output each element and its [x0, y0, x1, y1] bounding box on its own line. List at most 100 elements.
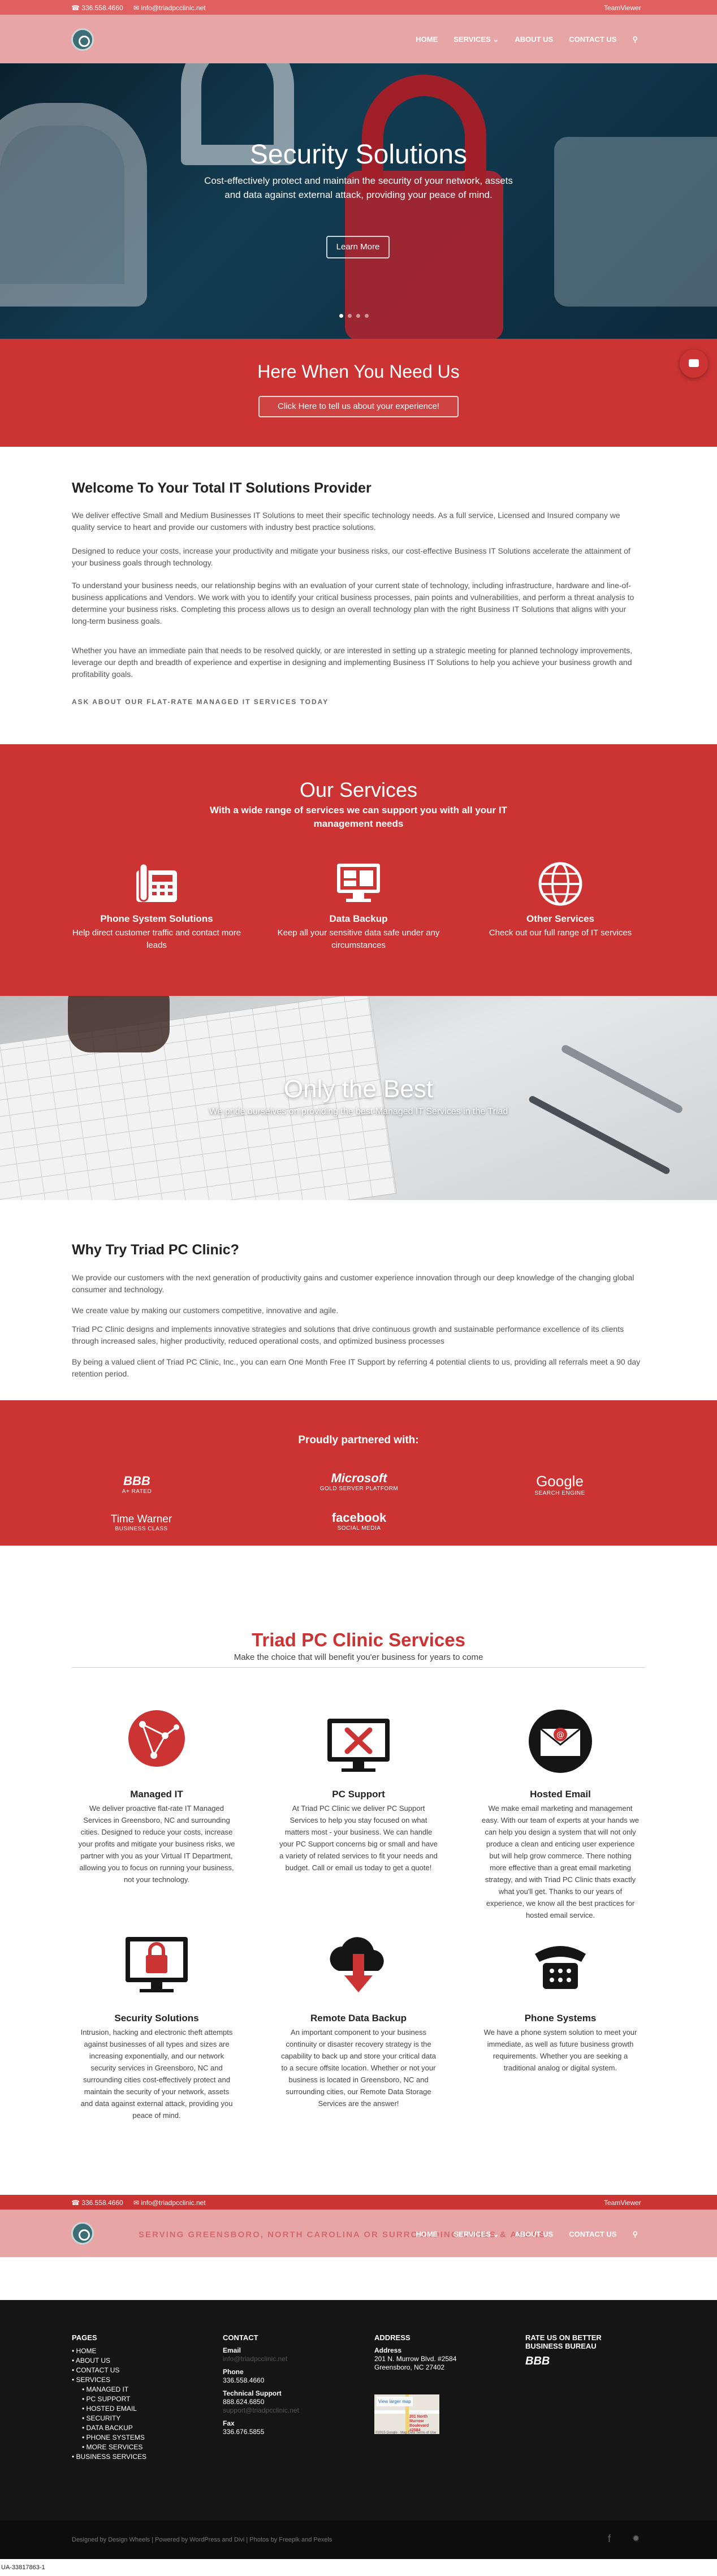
facebook-icon[interactable]: f	[608, 2533, 611, 2545]
twitter-icon[interactable]: ✹	[632, 2533, 640, 2544]
topbar-email[interactable]: ✉ info@triadpcclinic.net	[133, 4, 206, 12]
footer-link-contact[interactable]: CONTACT US	[72, 2366, 146, 2375]
footer-phone-value[interactable]: 336.558.4660	[223, 2376, 299, 2385]
nav-contact[interactable]: CONTACT US	[569, 35, 616, 44]
cloud-download-icon	[322, 1931, 395, 2005]
service-phone-systems-title: Phone Systems	[524, 2013, 597, 2023]
view-larger-map-link[interactable]: View larger map	[377, 2397, 413, 2406]
search-icon[interactable]: ⚲	[632, 2230, 638, 2239]
footer-link-about[interactable]: ABOUT US	[72, 2356, 146, 2366]
footer-link-data-backup[interactable]: DATA BACKUP	[82, 2423, 146, 2433]
service-hosted-email-desc: We make email marketing and management e…	[482, 1804, 639, 1919]
service-phone-systems[interactable]: Phone Systems We have a phone system sol…	[481, 1931, 640, 2074]
slider-dot[interactable]	[339, 314, 343, 318]
footer-nav: HOME SERVICES ⌄ ABOUT US CONTACT US ⚲	[416, 2230, 638, 2239]
nav-services[interactable]: SERVICES ⌄	[453, 35, 499, 44]
hero-slider: Security Solutions Cost-effectively prot…	[0, 63, 717, 339]
footer-tech-phone[interactable]: 888.624.6850	[223, 2398, 299, 2406]
bbb-logo[interactable]: BBB	[525, 2355, 627, 2368]
service-pc-support-desc: At Triad PC Clinic we deliver PC Support…	[279, 1804, 438, 1872]
partner-microsoft[interactable]: Microsoft GOLD SERVER PLATFORM	[303, 1471, 416, 1492]
footer-tech-label: Technical Support	[223, 2389, 282, 2397]
service-hosted-email[interactable]: @ Hosted Email We make email marketing a…	[481, 1707, 640, 1921]
service-security-desc: Intrusion, hacking and electronic theft …	[80, 2028, 233, 2120]
footer-rate: RATE US ON BETTER BUSINESS BUREAU BBB	[525, 2333, 627, 2368]
slider-dot[interactable]	[356, 314, 360, 318]
nav-about[interactable]: ABOUT US	[515, 35, 553, 44]
google-map[interactable]: View larger map 201 North Murrow Boulevar…	[374, 2394, 439, 2434]
phone-icon	[134, 861, 179, 907]
site-footer: PAGES HOME ABOUT US CONTACT US SERVICES …	[0, 2300, 717, 2521]
monitor-lock-icon	[120, 1931, 193, 2005]
slider-dot[interactable]	[348, 314, 352, 318]
slider-dot[interactable]	[365, 314, 369, 318]
footer-link-more-services[interactable]: MORE SERVICES	[82, 2443, 146, 2452]
chevron-down-icon: ⌄	[493, 35, 499, 44]
tracking-id: UA-33817863-1	[1, 2564, 45, 2571]
service-pc-support[interactable]: PC Support At Triad PC Clinic we deliver…	[279, 1707, 438, 1874]
email-icon: @	[524, 1707, 597, 1781]
footer-nav-services-label: SERVICES	[453, 2230, 491, 2238]
service-backup[interactable]: Data Backup Keep all your sensitive data…	[274, 861, 443, 952]
footer-link-services[interactable]: SERVICES	[72, 2375, 146, 2385]
hand-image	[68, 996, 170, 1052]
why-title: Why Try Triad PC Clinic?	[72, 1242, 239, 1258]
footer-bottom: Designed by Design Wheels | Powered by W…	[0, 2521, 717, 2559]
partners-title: Proudly partnered with:	[298, 1434, 419, 1446]
partner-timewarner[interactable]: Time Warner BUSINESS CLASS	[105, 1513, 178, 1532]
teamviewer-link[interactable]: TeamViewer	[604, 4, 641, 12]
why-p2: We create value by making our customers …	[72, 1306, 339, 1315]
footer-link-managed-it[interactable]: MANAGED IT	[82, 2385, 146, 2394]
footer-contact: CONTACT Email info@triadpcclinic.net Pho…	[223, 2333, 299, 2436]
footer-link-pc-support[interactable]: PC SUPPORT	[82, 2394, 146, 2404]
footer-link-business-services[interactable]: BUSINESS SERVICES	[72, 2452, 147, 2462]
main-nav: HOME SERVICES ⌄ ABOUT US CONTACT US ⚲	[416, 35, 638, 44]
footer-nav-contact[interactable]: CONTACT US	[569, 2230, 616, 2239]
footer-link-security[interactable]: SECURITY	[82, 2414, 146, 2423]
service-managed-it[interactable]: Managed IT We deliver proactive flat-rat…	[77, 1707, 236, 1885]
footer-rate-title: RATE US ON BETTER BUSINESS BUREAU	[525, 2333, 602, 2350]
service-other[interactable]: Other Services Check out our full range …	[476, 861, 645, 939]
nav-home[interactable]: HOME	[416, 35, 438, 44]
service-security[interactable]: Security Solutions Intrusion, hacking an…	[77, 1931, 236, 2121]
feedback-button[interactable]: Click Here to tell us about your experie…	[258, 396, 459, 417]
service-phone[interactable]: Phone System Solutions Help direct custo…	[72, 861, 241, 952]
footer-phone[interactable]: ☎ 336.558.4660	[71, 2199, 123, 2207]
footer-nav-about[interactable]: ABOUT US	[515, 2230, 553, 2239]
site-logo[interactable]	[71, 28, 94, 51]
footer-link-home[interactable]: HOME	[72, 2346, 146, 2356]
footer-email-label: Email	[223, 2346, 241, 2354]
search-icon[interactable]: ⚲	[632, 35, 638, 44]
footer-header: SERVING GREENSBORO, NORTH CAROLINA OR SU…	[0, 2210, 717, 2257]
learn-more-button[interactable]: Learn More	[326, 236, 390, 258]
footer-top-bar: ☎ 336.558.4660 ✉ info@triadpcclinic.net …	[0, 2195, 717, 2210]
topbar-phone[interactable]: ☎ 336.558.4660	[71, 4, 123, 12]
flat-rate-link[interactable]: ASK ABOUT OUR FLAT-RATE MANAGED IT SERVI…	[72, 698, 329, 706]
footer-link-phone-systems[interactable]: PHONE SYSTEMS	[82, 2433, 146, 2443]
partner-microsoft-sub: GOLD SERVER PLATFORM	[319, 1486, 399, 1492]
service-pc-support-title: PC Support	[332, 1789, 385, 1800]
divider	[72, 1667, 645, 1668]
footer-nav-home[interactable]: HOME	[416, 2230, 438, 2239]
footer-email-value[interactable]: info@triadpcclinic.net	[223, 2355, 299, 2363]
footer-nav-services[interactable]: SERVICES ⌄	[453, 2230, 499, 2239]
welcome-p1: We deliver effective Small and Medium Bu…	[72, 511, 620, 532]
partner-timewarner-name: Time Warner	[110, 1513, 172, 1525]
chat-icon[interactable]	[680, 349, 708, 378]
tracking-id-bar: UA-33817863-1	[0, 2559, 717, 2576]
service-remote-backup-desc: An important component to your business …	[281, 2028, 436, 2108]
partner-bbb[interactable]: BBB A+ RATED	[111, 1474, 162, 1495]
footer-tech-email[interactable]: support@triadpcclinic.net	[223, 2406, 299, 2415]
footer-email[interactable]: ✉ info@triadpcclinic.net	[133, 2199, 206, 2207]
service-remote-backup[interactable]: Remote Data Backup An important componen…	[279, 1931, 438, 2109]
footer-contact-title: CONTACT	[223, 2333, 258, 2342]
topbar-phone-text: 336.558.4660	[81, 4, 123, 12]
footer-logo[interactable]	[71, 2222, 94, 2245]
footer-pages-title: PAGES	[72, 2333, 97, 2342]
partner-google[interactable]: Google SEARCH ENGINE	[520, 1473, 599, 1496]
footer-teamviewer-link[interactable]: TeamViewer	[604, 2199, 641, 2207]
footer-link-hosted-email[interactable]: HOSTED EMAIL	[82, 2404, 146, 2414]
globe-icon	[538, 861, 583, 907]
partner-facebook[interactable]: facebook SOCIAL MEDIA	[317, 1511, 401, 1531]
footer-email-text: info@triadpcclinic.net	[141, 2199, 206, 2207]
